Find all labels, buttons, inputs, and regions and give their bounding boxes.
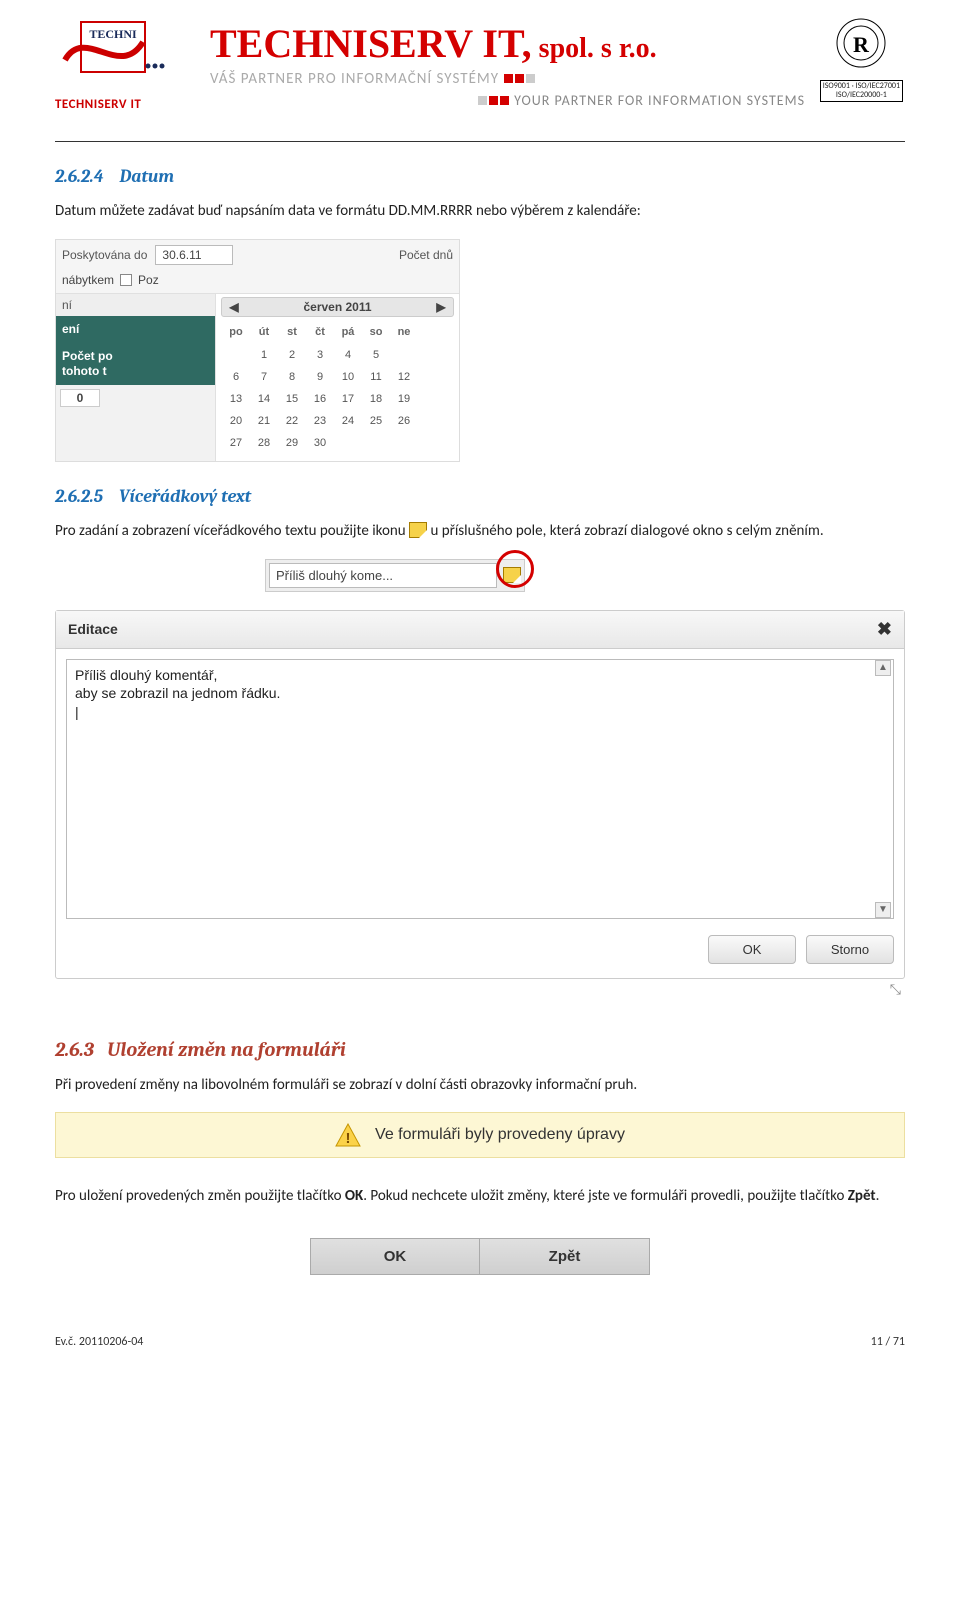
cal-day[interactable]: 18: [363, 389, 389, 409]
cal-day[interactable]: 14: [251, 389, 277, 409]
dow-ne: ne: [391, 323, 417, 343]
scroll-up-icon[interactable]: ▲: [875, 660, 891, 676]
cal-day[interactable]: 11: [363, 367, 389, 387]
inline-field-screenshot: Příliš dlouhý kome...: [265, 559, 525, 592]
cal-day[interactable]: 17: [335, 389, 361, 409]
label-nabytkem: nábytkem: [62, 273, 114, 287]
dow-ut: út: [251, 323, 277, 343]
cal-day[interactable]: 23: [307, 411, 333, 431]
zpet-button[interactable]: Zpět: [480, 1238, 650, 1275]
cal-day[interactable]: 9: [307, 367, 333, 387]
cal-prev-month[interactable]: ◀: [227, 300, 241, 314]
sidebar-label-eni: ení: [56, 316, 215, 343]
red-highlight-circle: [496, 550, 534, 588]
paragraph-263: Při provedení změny na libovolném formul…: [55, 1075, 905, 1097]
sidebar-label-ni: ní: [56, 294, 215, 316]
cal-day[interactable]: 29: [279, 433, 305, 453]
cal-day[interactable]: 30: [307, 433, 333, 453]
tagline-en: YOUR PARTNER FOR INFORMATION SYSTEMS: [477, 92, 805, 109]
cal-day[interactable]: 2: [279, 345, 305, 365]
cal-day[interactable]: 27: [223, 433, 249, 453]
footer-evidence-number: Ev.č. 20110206-04: [55, 1335, 143, 1349]
cal-day[interactable]: 7: [251, 367, 277, 387]
svg-text:R: R: [853, 32, 870, 57]
dow-ct: čt: [307, 323, 333, 343]
tagline-cs: VÁŠ PARTNER PRO INFORMAČNÍ SYSTÉMY: [210, 70, 536, 88]
cal-day[interactable]: 12: [391, 367, 417, 387]
warning-icon: !: [335, 1123, 361, 1147]
label-poz: Poz: [138, 273, 159, 287]
sidebar-label-pocet-tohoto: Počet po tohoto t: [56, 343, 215, 385]
ok-button[interactable]: OK: [310, 1238, 480, 1275]
dow-st: st: [279, 323, 305, 343]
cal-day[interactable]: 1: [251, 345, 277, 365]
sidebar-zero: 0: [60, 389, 100, 407]
editace-dialog: Editace ✖ Příliš dlouhý komentář, aby se…: [55, 610, 905, 979]
techniserv-logo: TECHNI TECHNISERV IT: [55, 20, 175, 112]
date-input[interactable]: 30.6.11: [155, 245, 233, 265]
heading-2624: 2.6.2.4 Datum: [55, 166, 905, 187]
ok-button[interactable]: OK: [708, 935, 796, 964]
cal-day[interactable]: 5: [363, 345, 389, 365]
close-icon[interactable]: ✖: [877, 619, 892, 640]
cal-month-label: červen 2011: [303, 300, 371, 314]
paragraph-save: Pro uložení provedených změn použijte tl…: [55, 1186, 905, 1208]
label-poskytovana-do: Poskytována do: [62, 248, 147, 262]
cert-badge: R ISO9001 · ISO/IEC27001 ISO/IEC20000-1: [820, 17, 903, 102]
dow-po: po: [223, 323, 249, 343]
paragraph-2624: Datum můžete zadávat buď napsáním data v…: [55, 201, 905, 223]
dialog-title: Editace: [68, 621, 118, 637]
svg-text:TECHNI: TECHNI: [89, 27, 137, 41]
cal-day[interactable]: 19: [391, 389, 417, 409]
warning-bar: ! Ve formuláři byly provedeny úpravy: [55, 1112, 905, 1158]
document-header: TECHNI TECHNISERV IT TECHNISERV IT, spol…: [55, 20, 905, 135]
svg-text:!: !: [346, 1130, 351, 1147]
cal-day[interactable]: 6: [223, 367, 249, 387]
cal-day[interactable]: 3: [307, 345, 333, 365]
dow-so: so: [363, 323, 389, 343]
cal-next-month[interactable]: ▶: [434, 300, 448, 314]
ok-zpet-buttons: OK Zpět: [55, 1238, 905, 1275]
cal-day[interactable]: 13: [223, 389, 249, 409]
heading-263: 2.6.3 Uložení změn na formuláři: [55, 1038, 905, 1061]
cal-day[interactable]: 25: [363, 411, 389, 431]
logo-caption: TECHNISERV IT: [55, 97, 175, 112]
cal-day[interactable]: 26: [391, 411, 417, 431]
label-pocet-dnu: Počet dnů: [399, 248, 453, 262]
cal-day[interactable]: 20: [223, 411, 249, 431]
header-divider: [55, 141, 905, 142]
checkbox-poz[interactable]: [120, 274, 132, 286]
resize-grip-icon[interactable]: ⤡: [55, 981, 905, 998]
footer-page-number: 11 / 71: [871, 1335, 905, 1349]
page-footer: Ev.č. 20110206-04 11 / 71: [55, 1335, 905, 1349]
multiline-textarea[interactable]: Příliš dlouhý komentář, aby se zobrazil …: [66, 659, 894, 919]
paragraph-2625: Pro zadání a zobrazení víceřádkového tex…: [55, 521, 905, 543]
cal-day[interactable]: 8: [279, 367, 305, 387]
calendar-grid: po út st čt pá so ne 1 2 3 4 5: [221, 321, 419, 455]
cal-day[interactable]: 15: [279, 389, 305, 409]
cal-day[interactable]: 16: [307, 389, 333, 409]
dow-pa: pá: [335, 323, 361, 343]
cal-day[interactable]: 22: [279, 411, 305, 431]
cal-day[interactable]: 4: [335, 345, 361, 365]
calendar-screenshot: Poskytována do 30.6.11 Počet dnů nábytke…: [55, 239, 460, 462]
cal-day[interactable]: 24: [335, 411, 361, 431]
company-title: TECHNISERV IT, spol. s r.o.: [210, 20, 657, 67]
cal-day[interactable]: 28: [251, 433, 277, 453]
cal-day[interactable]: 21: [251, 411, 277, 431]
scroll-down-icon[interactable]: ▼: [875, 902, 891, 918]
sticky-note-icon: [409, 522, 427, 538]
storno-button[interactable]: Storno: [806, 935, 894, 964]
inline-text-field[interactable]: Příliš dlouhý kome...: [269, 563, 497, 588]
heading-2625: 2.6.2.5 Víceřádkový text: [55, 486, 905, 507]
cal-day[interactable]: 10: [335, 367, 361, 387]
warning-text: Ve formuláři byly provedeny úpravy: [375, 1126, 625, 1144]
